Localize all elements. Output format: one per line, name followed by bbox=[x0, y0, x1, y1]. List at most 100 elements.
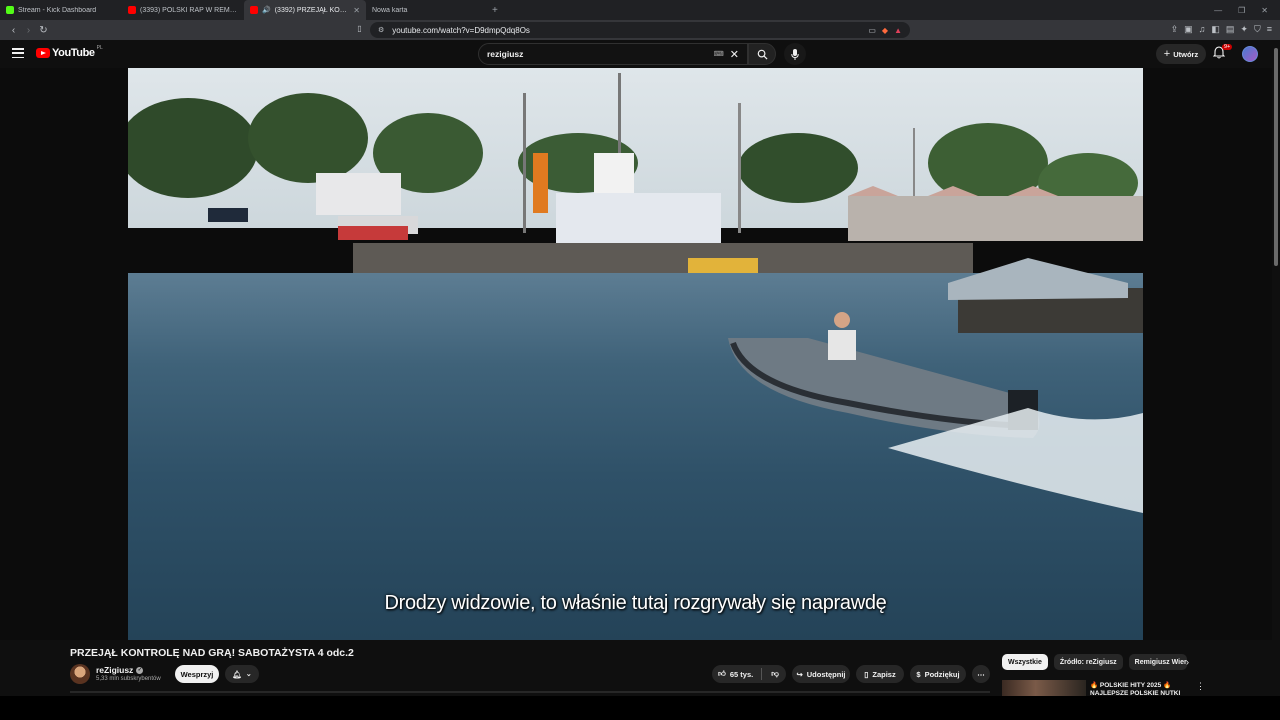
video-info-section: PRZEJĄŁ KONTROLĘ NAD GRĄ! SABOTAŻYSTA 4 … bbox=[0, 640, 1272, 696]
ai-icon[interactable]: ✦ bbox=[1240, 24, 1248, 35]
youtube-play-icon bbox=[36, 48, 50, 58]
wallet-icon[interactable]: ▤ bbox=[1226, 24, 1235, 35]
chevron-right-icon[interactable]: › bbox=[1186, 657, 1189, 667]
tab-label: Stream - Kick Dashboard bbox=[18, 6, 97, 14]
tab-search-icon[interactable]: ▣ bbox=[1184, 24, 1193, 35]
divider bbox=[761, 668, 763, 680]
voice-search-button[interactable] bbox=[784, 43, 806, 65]
speaker-icon[interactable]: 🔊 bbox=[262, 6, 271, 14]
youtube-header: YouTube PL ⌨ ✕ + Utwórz 9+ bbox=[0, 40, 1280, 68]
more-vert-icon[interactable]: ⋮ bbox=[1196, 681, 1205, 692]
dislike-button[interactable]: 👎︎ bbox=[771, 669, 779, 679]
minimize-icon[interactable]: — bbox=[1214, 6, 1222, 15]
microphone-icon bbox=[791, 48, 799, 60]
recommended-title[interactable]: 🔥 POLSKIE HITY 2025 🔥 NAJLEPSZE POLSKIE … bbox=[1090, 682, 1186, 696]
thumbs-down-icon: 👎︎ bbox=[771, 669, 779, 678]
save-label: Zapisz bbox=[872, 669, 896, 679]
browser-tab-strip: Stream - Kick Dashboard (3393) POLSKI RA… bbox=[0, 0, 1280, 20]
subscribed-bell-button[interactable]: 🔔︎ ⌄ bbox=[225, 665, 259, 683]
create-label: Utwórz bbox=[1173, 49, 1199, 59]
video-player[interactable]: Drodzy widzowie, to właśnie tutaj rozgry… bbox=[128, 68, 1143, 640]
sidebar-icon[interactable]: ◧ bbox=[1211, 24, 1220, 35]
share-arrow-icon: ↪ bbox=[796, 669, 803, 679]
shield-icon[interactable]: ⛉ bbox=[1254, 24, 1261, 35]
channel-avatar[interactable] bbox=[70, 664, 90, 684]
more-dots-icon: ⋯ bbox=[977, 669, 985, 679]
music-icon[interactable]: ♫ bbox=[1199, 24, 1206, 35]
extension-shield-icon[interactable]: ◆ bbox=[882, 26, 888, 35]
more-actions-button[interactable]: ⋯ bbox=[972, 665, 990, 683]
close-tab-icon[interactable]: ✕ bbox=[353, 6, 360, 15]
chip-all[interactable]: Wszystkie bbox=[1002, 654, 1048, 670]
back-icon[interactable]: ‹ bbox=[6, 25, 21, 36]
create-button[interactable]: + Utwórz bbox=[1156, 44, 1206, 64]
browser-tab[interactable]: (3393) POLSKI RAP W REMIXACH 2025 bbox=[122, 0, 244, 20]
notification-count-badge: 9+ bbox=[1222, 44, 1233, 50]
new-tab-button[interactable]: + bbox=[492, 5, 498, 16]
reload-icon[interactable]: ↻ bbox=[36, 25, 51, 36]
like-dislike-group: 👍︎ 65 tys. 👎︎ bbox=[712, 665, 786, 683]
search-box[interactable]: ⌨ ✕ bbox=[478, 43, 748, 65]
chevron-down-icon: ⌄ bbox=[245, 671, 252, 678]
search-button[interactable] bbox=[748, 43, 776, 65]
recommended-thumbnail[interactable] bbox=[1002, 680, 1086, 696]
save-button[interactable]: ▯ Zapisz bbox=[856, 665, 904, 683]
chip-source[interactable]: Źródło: reZigiusz bbox=[1053, 654, 1123, 670]
window-controls: — ❐ ✕ bbox=[1214, 6, 1280, 15]
youtube-logo[interactable]: YouTube PL bbox=[36, 45, 103, 59]
like-button[interactable]: 👍︎ 65 tys. bbox=[718, 669, 753, 679]
thanks-button[interactable]: $ Podziękuj bbox=[910, 665, 966, 683]
like-count: 65 tys. bbox=[729, 669, 754, 679]
clear-search-icon[interactable]: ✕ bbox=[730, 48, 739, 61]
notifications-button[interactable]: 9+ bbox=[1213, 44, 1233, 62]
youtube-favicon-icon bbox=[128, 6, 136, 14]
share-icon[interactable]: ⇪ bbox=[1171, 24, 1179, 35]
extension-triangle-icon[interactable]: ▲ bbox=[894, 26, 902, 35]
kick-favicon-icon bbox=[6, 6, 14, 14]
thanks-label: Podziękuj bbox=[924, 669, 960, 679]
region-code: PL bbox=[96, 45, 103, 51]
share-label: Udostępnij bbox=[806, 669, 846, 679]
bell-icon: 🔔︎ bbox=[232, 669, 242, 679]
channel-name[interactable]: reZigiusz ✓ bbox=[96, 665, 144, 675]
url-text: youtube.com/watch?v=D9dmpQdq8Os bbox=[392, 25, 530, 35]
support-button[interactable]: Wesprzyj bbox=[175, 665, 219, 683]
thanks-icon: $ bbox=[916, 669, 921, 679]
forward-icon[interactable]: › bbox=[21, 25, 36, 36]
menu-icon[interactable]: ≡ bbox=[1267, 24, 1272, 35]
related-filter-chips: Wszystkie Źródło: reZigiusz Remigiusz Wi… bbox=[1002, 654, 1187, 670]
chip-related[interactable]: Remigiusz Wierzgoń bbox=[1128, 654, 1187, 670]
account-avatar[interactable] bbox=[1242, 46, 1258, 62]
bookmark-icon: ▯ bbox=[864, 669, 869, 679]
video-subtitle: Drodzy widzowie, to właśnie tutaj rozgry… bbox=[384, 592, 887, 614]
site-info-icon[interactable]: ⚙ bbox=[378, 26, 384, 34]
recommended-video[interactable]: 🔥 POLSKIE HITY 2025 🔥 NAJLEPSZE POLSKIE … bbox=[1002, 680, 1270, 696]
plus-icon: + bbox=[1163, 48, 1171, 60]
channel-name-text: reZigiusz bbox=[96, 665, 134, 675]
share-button[interactable]: ↪ Udostępnij bbox=[792, 665, 850, 683]
bookmark-icon[interactable]: ▯ bbox=[352, 24, 367, 33]
verified-check-icon: ✓ bbox=[136, 666, 144, 674]
browser-tab[interactable]: Nowa karta bbox=[366, 0, 488, 20]
keyboard-icon[interactable]: ⌨ bbox=[714, 50, 724, 58]
address-bar[interactable]: ⚙ youtube.com/watch?v=D9dmpQdq8Os ▭ ◆ ▲ bbox=[370, 22, 910, 38]
page-scrollbar[interactable] bbox=[1272, 40, 1280, 696]
thumbs-up-icon: 👍︎ bbox=[718, 669, 726, 678]
hamburger-menu-icon[interactable] bbox=[12, 47, 24, 59]
description-box-edge bbox=[70, 691, 990, 693]
video-frame-boat bbox=[728, 258, 1143, 513]
browser-tab[interactable]: Stream - Kick Dashboard bbox=[0, 0, 122, 20]
youtube-wordmark: YouTube bbox=[52, 47, 95, 59]
scrollbar-thumb[interactable] bbox=[1274, 48, 1278, 266]
browser-extensions: ⇪ ▣ ♫ ◧ ▤ ✦ ⛉ ≡ bbox=[1171, 24, 1272, 35]
taskbar-strip bbox=[0, 696, 1280, 720]
close-window-icon[interactable]: ✕ bbox=[1261, 6, 1268, 15]
youtube-favicon-icon bbox=[250, 6, 258, 14]
tab-label: Nowa karta bbox=[372, 6, 408, 14]
browser-tab-active[interactable]: 🔊 (3392) PRZEJĄŁ KONTROLĘ NAD GRĄ ✕ bbox=[244, 0, 366, 20]
subscriber-count: 5,33 mln subskrybentów bbox=[96, 676, 161, 682]
maximize-icon[interactable]: ❐ bbox=[1238, 6, 1245, 15]
cast-icon[interactable]: ▭ bbox=[868, 26, 876, 35]
search-icon bbox=[757, 49, 768, 60]
search-input[interactable] bbox=[487, 49, 714, 59]
